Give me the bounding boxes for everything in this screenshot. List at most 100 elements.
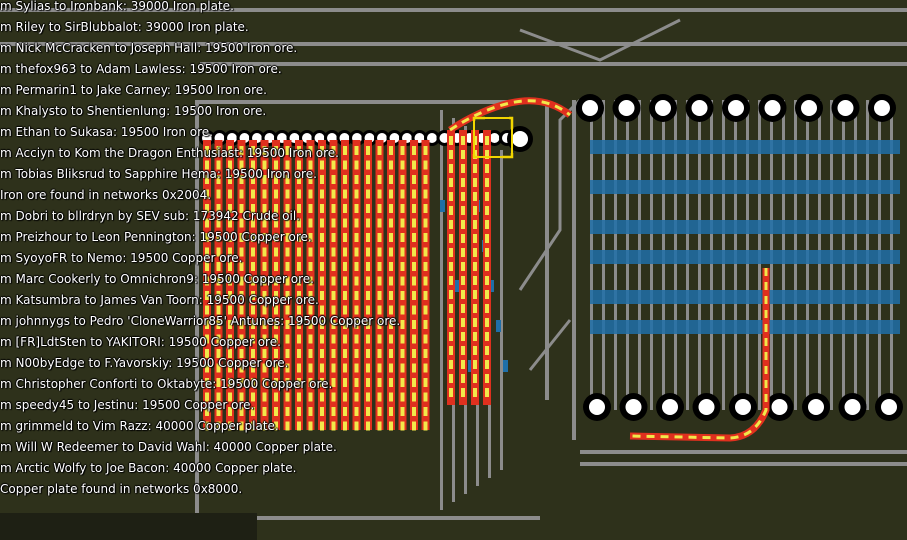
wagon — [354, 218, 359, 228]
wagon — [297, 247, 301, 257]
train-stop — [662, 399, 678, 415]
wagon — [485, 136, 489, 145]
wagon — [285, 392, 290, 402]
wagon — [297, 262, 301, 271]
wagon — [377, 276, 382, 286]
wagon — [320, 421, 324, 431]
wagon — [485, 248, 489, 257]
wagon — [473, 192, 477, 201]
train-stop — [874, 100, 890, 116]
wagon — [308, 276, 313, 286]
wagon — [343, 189, 347, 199]
wagon — [461, 178, 465, 187]
wagon — [251, 363, 255, 373]
wagon — [331, 175, 336, 184]
wagon — [285, 262, 290, 271]
wagon — [366, 392, 370, 402]
wagon — [400, 189, 405, 199]
wagon — [461, 332, 465, 341]
wagon — [461, 304, 465, 313]
wagon — [354, 378, 359, 387]
wagon — [251, 305, 255, 315]
wagon — [297, 233, 301, 242]
wagon — [366, 291, 370, 300]
wagon — [320, 146, 324, 155]
wagon — [239, 204, 244, 213]
wagon — [389, 247, 393, 257]
wagon — [449, 136, 453, 145]
wagon — [274, 160, 278, 170]
wagon — [461, 206, 465, 215]
wagon — [343, 204, 347, 213]
train-stop — [512, 131, 528, 147]
wagon — [423, 160, 428, 170]
wagon — [274, 189, 278, 199]
wagon — [285, 160, 290, 170]
wagon — [297, 407, 301, 416]
wagon — [473, 248, 477, 257]
wagon — [251, 146, 255, 155]
wagon — [461, 290, 465, 299]
wagon — [239, 262, 244, 271]
wagon — [320, 276, 324, 286]
wagon — [449, 276, 453, 285]
rail-horizontal — [580, 62, 907, 66]
water-patch — [496, 320, 501, 332]
wagon — [251, 378, 255, 387]
wagon — [205, 334, 209, 344]
wagon — [343, 175, 347, 184]
wagon — [285, 378, 290, 387]
rail-vertical — [195, 100, 199, 520]
wagon — [461, 388, 465, 397]
wagon — [262, 189, 267, 199]
wagon — [262, 262, 267, 271]
wagon — [251, 262, 255, 271]
wagon — [389, 392, 393, 402]
wagon — [216, 189, 221, 199]
wagon — [216, 407, 221, 416]
wagon — [423, 291, 428, 300]
train-stop — [691, 100, 708, 116]
train-stop — [771, 399, 788, 415]
wagon — [461, 374, 465, 383]
wagon — [205, 233, 209, 242]
wagon — [308, 407, 313, 416]
wagon — [389, 291, 393, 300]
wagon — [228, 160, 232, 170]
wagon — [412, 349, 416, 358]
wagon — [251, 421, 255, 431]
wagon — [485, 220, 489, 229]
wagon — [423, 305, 428, 315]
wagon — [461, 136, 465, 145]
wagon — [343, 421, 347, 431]
wagon — [412, 189, 416, 199]
wagon — [331, 320, 336, 329]
wagon — [354, 291, 359, 300]
wagon — [449, 304, 453, 313]
wagon — [262, 421, 267, 431]
wagon — [228, 262, 232, 271]
wagon — [473, 304, 477, 313]
wagon — [262, 407, 267, 416]
wagon — [297, 378, 301, 387]
wagon — [251, 407, 255, 416]
wagon — [354, 276, 359, 286]
wagon — [343, 247, 347, 257]
wagon — [423, 363, 428, 373]
wagon — [308, 204, 313, 213]
wagon — [262, 363, 267, 373]
train-stop — [844, 399, 861, 415]
wagon — [216, 160, 221, 170]
wagon — [205, 407, 209, 416]
wagon — [216, 262, 221, 271]
wagon — [366, 421, 370, 431]
wagon — [461, 150, 465, 159]
wagon — [216, 392, 221, 402]
wagon — [354, 175, 359, 184]
wagon — [449, 374, 453, 383]
map-view[interactable] — [0, 0, 907, 540]
wagon — [205, 378, 209, 387]
water-stripe — [590, 180, 900, 194]
wagon — [449, 150, 453, 159]
wagon — [423, 204, 428, 213]
